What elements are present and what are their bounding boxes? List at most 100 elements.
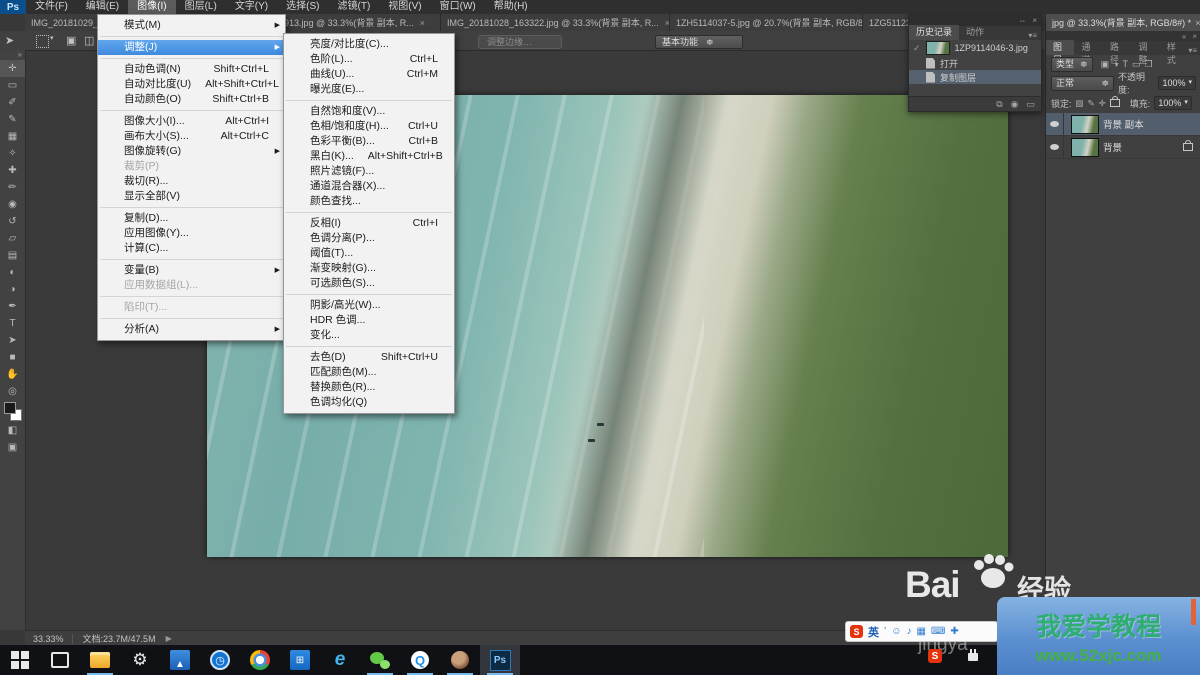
- tool-button[interactable]: ✒: [0, 298, 25, 315]
- menu-item[interactable]: 照片滤镜(F)...: [284, 164, 454, 179]
- color-swatches[interactable]: [0, 400, 25, 422]
- menu-item[interactable]: 色相/饱和度(H)... Ctrl+U: [284, 119, 454, 134]
- blend-mode-select[interactable]: 正常 ≑: [1051, 76, 1114, 91]
- taskbar-item[interactable]: [40, 645, 80, 675]
- menu-item[interactable]: 图像旋转(G): [98, 144, 285, 159]
- menu-bar-item[interactable]: 帮助(H): [485, 0, 537, 14]
- taskbar-item[interactable]: ▲: [160, 645, 200, 675]
- panel-close-icon[interactable]: ×: [1032, 16, 1037, 25]
- tool-button[interactable]: ✐: [0, 94, 25, 111]
- refine-edge-button[interactable]: 调整边缘…: [478, 35, 562, 49]
- menu-item[interactable]: 复制(D)...: [98, 211, 285, 226]
- menu-item[interactable]: 匹配颜色(M)...: [284, 365, 454, 380]
- tool-button[interactable]: ✎: [0, 111, 25, 128]
- layer-filter-icon[interactable]: ◑: [1113, 59, 1118, 70]
- tool-button[interactable]: ◑: [0, 281, 25, 298]
- menu-bar-item[interactable]: 滤镜(T): [329, 0, 380, 14]
- menu-item[interactable]: 陷印(T)...: [98, 300, 285, 315]
- tab-close-icon[interactable]: ×: [1195, 18, 1200, 28]
- foreground-color-swatch[interactable]: [4, 402, 16, 414]
- sogou-logo-icon[interactable]: S: [850, 625, 863, 638]
- panel-collapse-icon[interactable]: ⇔: [1018, 16, 1026, 25]
- layer-visibility-toggle[interactable]: [1046, 113, 1064, 135]
- menu-item[interactable]: 亮度/对比度(C)...: [284, 37, 454, 52]
- menu-bar-item[interactable]: 选择(S): [277, 0, 328, 14]
- menu-item[interactable]: 变化...: [284, 328, 454, 343]
- menu-item[interactable]: 色彩平衡(B)... Ctrl+B: [284, 134, 454, 149]
- menu-item[interactable]: 调整(J): [98, 40, 285, 55]
- tool-button[interactable]: ✋: [0, 366, 25, 383]
- dock-close-icon[interactable]: ×: [1192, 32, 1197, 41]
- taskbar-item[interactable]: ◷: [200, 645, 240, 675]
- history-button-icon[interactable]: ⧉: [996, 99, 1002, 110]
- panel-tab[interactable]: 图层: [1046, 40, 1074, 55]
- panel-menu-icon[interactable]: ▾≡: [1188, 46, 1200, 55]
- menu-item[interactable]: 计算(C)...: [98, 241, 285, 256]
- menu-item[interactable]: 曲线(U)... Ctrl+M: [284, 67, 454, 82]
- sogou-tray-icon[interactable]: S: [928, 649, 942, 663]
- menu-item[interactable]: 自然饱和度(V)...: [284, 104, 454, 119]
- panel-tab[interactable]: 调整: [1131, 40, 1159, 55]
- layer-row[interactable]: 背景 副本: [1046, 113, 1200, 136]
- menu-item[interactable]: 黑白(K)... Alt+Shift+Ctrl+B: [284, 149, 454, 164]
- taskbar-item[interactable]: [240, 645, 280, 675]
- menu-item[interactable]: 通道混合器(X)...: [284, 179, 454, 194]
- status-menu-arrow-icon[interactable]: ▶: [166, 634, 172, 643]
- fill-value[interactable]: 100% ▾: [1154, 96, 1192, 110]
- menu-item[interactable]: 变量(B): [98, 263, 285, 278]
- tool-button[interactable]: ▭: [0, 77, 25, 94]
- toolbar-collapse-icon[interactable]: »: [18, 50, 22, 60]
- history-button-icon[interactable]: ▭: [1026, 99, 1035, 110]
- document-tab[interactable]: IMG_20181028_163322.jpg @ 33.3%(背景 副本, R…: [441, 14, 670, 31]
- menu-item[interactable]: 可选颜色(S)...: [284, 276, 454, 291]
- tool-button[interactable]: ✛: [0, 60, 25, 77]
- tool-button[interactable]: ▤: [0, 247, 25, 264]
- workspace-select[interactable]: 基本功能 ≑: [655, 35, 743, 49]
- menu-item[interactable]: 阈值(T)...: [284, 246, 454, 261]
- menu-item[interactable]: HDR 色调...: [284, 313, 454, 328]
- layer-filter-icon[interactable]: ▭: [1132, 59, 1141, 70]
- add-selection-icon[interactable]: ◫: [84, 34, 94, 47]
- opacity-value[interactable]: 100% ▾: [1158, 76, 1196, 90]
- menu-item[interactable]: 颜色查找...: [284, 194, 454, 209]
- tab-close-icon[interactable]: ×: [420, 18, 425, 28]
- tool-button[interactable]: ▣: [0, 439, 25, 456]
- layer-visibility-toggle[interactable]: [1046, 136, 1064, 158]
- tool-button[interactable]: T: [0, 315, 25, 332]
- menu-item[interactable]: 显示全部(V): [98, 189, 285, 204]
- lock-all-icon[interactable]: [1110, 99, 1120, 107]
- menu-item[interactable]: 图像大小(I)... Alt+Ctrl+I: [98, 114, 285, 129]
- history-brush-source-icon[interactable]: ✓: [913, 43, 921, 54]
- menu-bar-item[interactable]: 图像(I): [128, 0, 175, 14]
- tool-button[interactable]: ◐: [0, 264, 25, 281]
- menu-bar-item[interactable]: 文件(F): [26, 0, 77, 14]
- ime-language-toggle[interactable]: 英: [868, 624, 879, 640]
- panel-tab[interactable]: 路径: [1103, 40, 1131, 55]
- menu-item[interactable]: 反相(I) Ctrl+I: [284, 216, 454, 231]
- ime-icon[interactable]: ☺: [891, 626, 901, 637]
- taskbar-item[interactable]: Q: [400, 645, 440, 675]
- menu-item[interactable]: 裁剪(P): [98, 159, 285, 174]
- menu-item[interactable]: 色阶(L)... Ctrl+L: [284, 52, 454, 67]
- tool-button[interactable]: ◧: [0, 422, 25, 439]
- active-document-tab[interactable]: jpg @ 33.3%(背景 副本, RGB/8#) * ×: [1046, 14, 1200, 31]
- menu-item[interactable]: 自动颜色(O) Shift+Ctrl+B: [98, 92, 285, 107]
- menu-item[interactable]: 自动色调(N) Shift+Ctrl+L: [98, 62, 285, 77]
- panel-tab[interactable]: 历史记录: [909, 25, 959, 40]
- layer-filter-icon[interactable]: T: [1123, 59, 1129, 70]
- tool-button[interactable]: ◎: [0, 383, 25, 400]
- document-tab[interactable]: 1ZH5114037-5.jpg @ 20.7%(背景 副本, RGB/8...…: [670, 14, 863, 31]
- tool-button[interactable]: ✧: [0, 145, 25, 162]
- menu-bar-item[interactable]: 图层(L): [176, 0, 226, 14]
- menu-item[interactable]: 替换颜色(R)...: [284, 380, 454, 395]
- tool-button[interactable]: ■: [0, 349, 25, 366]
- document-tab[interactable]: 61913.jpg @ 33.3%(背景 副本, R... ×: [268, 14, 441, 31]
- tool-button[interactable]: ◉: [0, 196, 25, 213]
- ime-icon[interactable]: ✚: [950, 626, 958, 637]
- layer-thumbnail[interactable]: [1071, 115, 1099, 134]
- taskbar-item[interactable]: e: [320, 645, 360, 675]
- ime-icon[interactable]: ♪: [906, 626, 911, 637]
- panel-menu-icon[interactable]: ▾≡: [1028, 31, 1041, 40]
- taskbar-item[interactable]: ⚙: [120, 645, 160, 675]
- panel-tab[interactable]: 样式: [1160, 40, 1188, 55]
